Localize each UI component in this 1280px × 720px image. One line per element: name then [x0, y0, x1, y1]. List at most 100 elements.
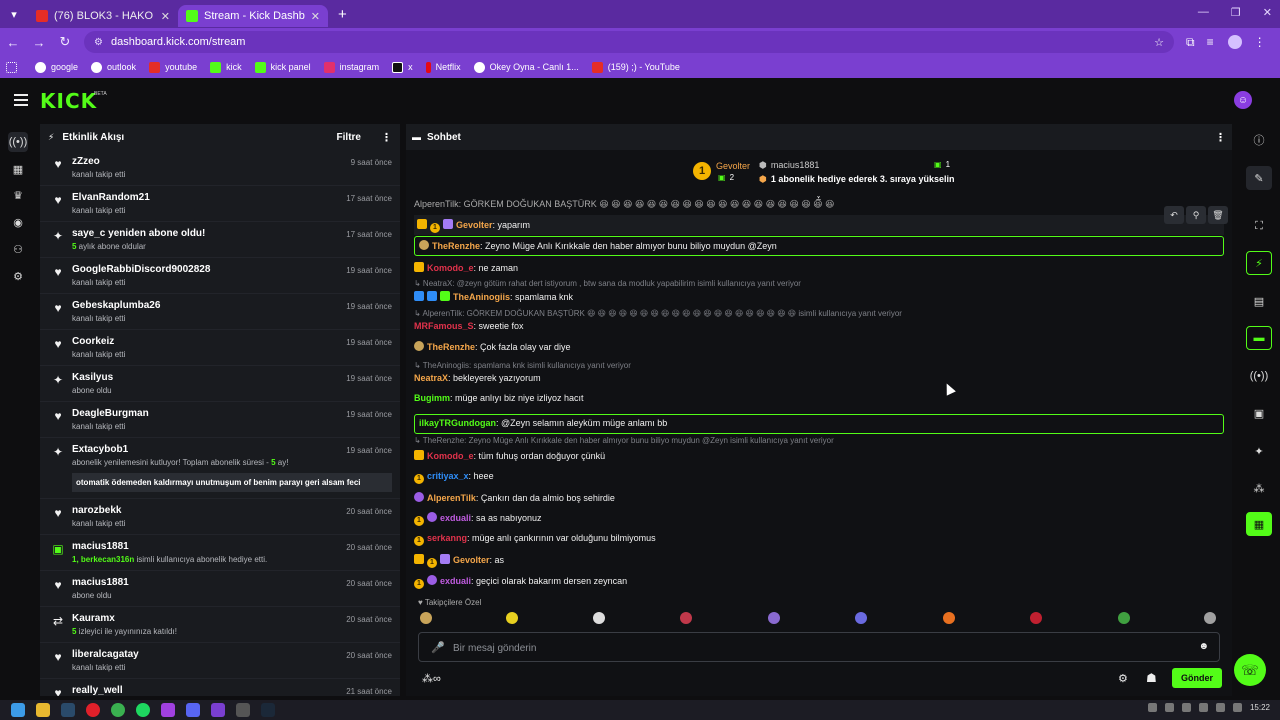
- activity-username[interactable]: Kauramx: [72, 613, 392, 624]
- delete-icon[interactable]: 🗑: [1208, 206, 1228, 224]
- activity-username[interactable]: really_well: [72, 685, 392, 696]
- clips-icon[interactable]: ▦: [1246, 512, 1272, 536]
- windows-start-icon[interactable]: [11, 703, 25, 717]
- chat-username[interactable]: exduali: [440, 513, 471, 523]
- new-tab-button[interactable]: +: [338, 6, 347, 23]
- minimize-icon[interactable]: —: [1198, 6, 1209, 19]
- emoji-picker-icon[interactable]: ☻: [1198, 641, 1209, 652]
- chat-username[interactable]: AlperenTilk: [427, 493, 476, 503]
- chat-message-partial[interactable]: AlperenTilk: GÖRKEM DOĞUKAN BAŞTÜRK 😆 😆 …: [414, 199, 1224, 210]
- reply-icon[interactable]: ↶: [1164, 206, 1184, 224]
- activity-username[interactable]: DeagleBurgman: [72, 408, 392, 419]
- activity-username[interactable]: macius1881: [72, 541, 392, 552]
- activity-username[interactable]: ElvanRandom21: [72, 192, 392, 203]
- screenshot-icon[interactable]: ⛶: [1246, 214, 1272, 238]
- activity-username[interactable]: Kasilyus: [72, 372, 392, 383]
- emote-icon[interactable]: [593, 612, 605, 624]
- chat-reply-context[interactable]: ↳ TheAninogiis: spamlama knk isimli kull…: [414, 361, 1224, 370]
- activity-item[interactable]: ♥ really_well 21 saat önce: [40, 679, 400, 696]
- volume-icon[interactable]: [1232, 703, 1242, 712]
- url-field[interactable]: ⚙ dashboard.kick.com/stream ☆: [84, 31, 1174, 53]
- steam-icon[interactable]: [61, 703, 75, 717]
- chat-username[interactable]: TheRenzhe: [427, 342, 475, 352]
- bookmark-kick[interactable]: kick: [210, 61, 242, 73]
- activity-item[interactable]: ♥ liberalcagatay kanalı takip etti 20 saat …: [40, 643, 400, 679]
- spotify-icon[interactable]: [136, 703, 150, 717]
- browser-tab-youtube[interactable]: (76) BLOK3 - HAKO DİYORLAR ( ✕: [28, 5, 178, 27]
- camera-nav-icon[interactable]: ◉: [8, 212, 28, 232]
- emote-icon[interactable]: [1030, 612, 1042, 624]
- clock[interactable]: 15:22: [1250, 703, 1270, 712]
- bookmark-google[interactable]: google: [35, 61, 78, 73]
- activity-item[interactable]: ✦ saye_c yeniden abone oldu! 5 aylık abone…: [40, 222, 400, 258]
- chat-message[interactable]: Komodo_e: ne zaman: [414, 262, 1224, 273]
- send-button[interactable]: Gönder: [1172, 668, 1222, 688]
- tray-icon[interactable]: [1181, 703, 1191, 712]
- chat-username[interactable]: Komodo_e: [427, 451, 474, 461]
- tray-icon[interactable]: [1147, 703, 1157, 712]
- emote-icon[interactable]: [943, 612, 955, 624]
- close-tab-icon[interactable]: ✕: [161, 10, 170, 23]
- pin-icon[interactable]: ⚲: [1186, 206, 1206, 224]
- kick-logo[interactable]: KICK: [40, 89, 97, 113]
- chat-settings-icon[interactable]: ⚙: [1118, 672, 1128, 685]
- tray-icon[interactable]: [1198, 703, 1208, 712]
- emote-icon[interactable]: [768, 612, 780, 624]
- site-info-icon[interactable]: ⚙: [94, 37, 103, 48]
- reload-icon[interactable]: ↻: [52, 34, 78, 50]
- chat-username[interactable]: NeatraX: [414, 373, 448, 383]
- activity-item[interactable]: ♥ narozbekk kanalı takip etti 20 saat önce: [40, 499, 400, 535]
- bookmark-star-icon[interactable]: ☆: [1154, 36, 1164, 49]
- support-chat-icon[interactable]: ☏: [1234, 654, 1266, 686]
- bookmark-okey[interactable]: Okey Oyna - Canlı 1...: [473, 61, 579, 73]
- emote-icon[interactable]: [1204, 612, 1216, 624]
- microphone-icon[interactable]: 🎤: [431, 641, 445, 654]
- bookmark-outlook[interactable]: outlook: [91, 61, 136, 73]
- chat-message[interactable]: 1 serkanng: müge anlı çankırının var oldu…: [414, 533, 1224, 546]
- edit-icon[interactable]: ✎: [1246, 166, 1272, 190]
- chat-username[interactable]: MRFamous_S: [414, 321, 474, 331]
- chat-message[interactable]: Bugimm: müge anlıyı biz niye izliyoz hac…: [414, 393, 1224, 403]
- media-control-icon[interactable]: ≡: [1207, 35, 1214, 49]
- trophy-nav-icon[interactable]: ♛: [8, 185, 28, 205]
- bookmark-kick-panel[interactable]: kick panel: [254, 61, 311, 73]
- gift-leaderboard[interactable]: 1 Gevolter ▣ 2 ⬢ macius1881 ▣ 1 ⬢ 1 abonelik…: [406, 150, 1232, 203]
- chat-message[interactable]: MRFamous_S: sweetie fox: [414, 321, 1224, 331]
- chat-reply-context[interactable]: ↳ TheRenzhe: Zeyno Müge Anlı Kırıkkale d…: [414, 436, 1224, 445]
- steam-icon-2[interactable]: [261, 703, 275, 717]
- activity-username[interactable]: narozbekk: [72, 505, 392, 516]
- broadcast-icon[interactable]: ((•)): [1246, 364, 1272, 388]
- forward-icon[interactable]: →: [26, 35, 52, 50]
- emote-icon[interactable]: [855, 612, 867, 624]
- chat-message[interactable]: TheRenzhe: Çok fazla olay var diye: [414, 341, 1224, 352]
- emote-icon[interactable]: [1118, 612, 1130, 624]
- activity-username[interactable]: zZzeo: [72, 156, 392, 167]
- chat-reply-context[interactable]: ↳ NeatraX: @zeyn götüm rahat dert istiyo…: [414, 279, 1224, 288]
- bookmark-netflix[interactable]: Netflix: [425, 61, 461, 73]
- integrations-icon[interactable]: ⁂: [1246, 476, 1272, 500]
- activity-item[interactable]: ♥ Coorkeiz kanalı takip etti 19 saat önce: [40, 330, 400, 366]
- tools-icon[interactable]: ✦: [1246, 439, 1272, 463]
- emote-icon[interactable]: [680, 612, 692, 624]
- bookmark-youtube[interactable]: youtube: [149, 61, 197, 73]
- activity-item[interactable]: ♥ GoogleRabbiDiscord9002828 kanalı takip e…: [40, 258, 400, 294]
- bookmark-x[interactable]: x: [392, 61, 413, 73]
- app-icon[interactable]: [161, 703, 175, 717]
- chat-message-input[interactable]: [453, 640, 1173, 656]
- community-nav-icon[interactable]: ⚇: [8, 239, 28, 259]
- stack-icon[interactable]: ▣: [1246, 401, 1272, 425]
- opera-icon[interactable]: [86, 703, 100, 717]
- chat-username[interactable]: Gevolter: [456, 220, 493, 230]
- chat-username[interactable]: exduali: [440, 576, 471, 586]
- settings-nav-icon[interactable]: ⚙: [8, 266, 28, 286]
- chat-message[interactable]: NeatraX: bekleyerek yazıyorum: [414, 373, 1224, 383]
- activity-item[interactable]: ✦ Kasilyus abone oldu 19 saat önce: [40, 366, 400, 402]
- chat-more-icon[interactable]: ⋮: [1215, 131, 1226, 144]
- activity-item[interactable]: ▣ macius1881 1, berkecan316n isimli kullan…: [40, 535, 400, 571]
- network-icon[interactable]: [1215, 703, 1225, 712]
- chat-username[interactable]: critiyax_x: [427, 471, 469, 481]
- bookmark-youtube-2[interactable]: (159) ;) - YouTube: [591, 61, 680, 73]
- notes-icon[interactable]: ▤: [1246, 289, 1272, 313]
- file-explorer-icon[interactable]: [36, 703, 50, 717]
- emote-icon[interactable]: [420, 612, 432, 624]
